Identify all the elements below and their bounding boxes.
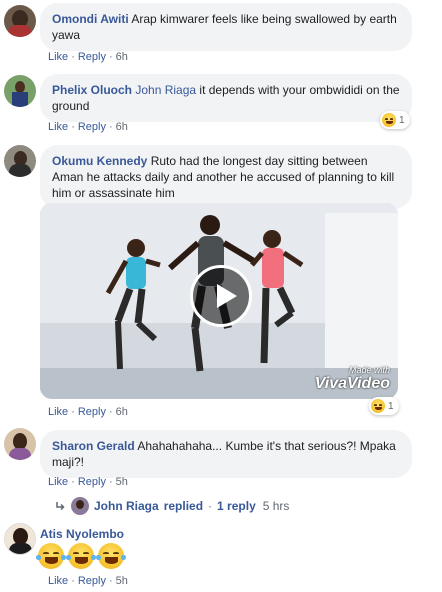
reply-button[interactable]: Reply [78,51,106,63]
reply-time: 5 hrs [262,499,290,513]
separator: · [108,575,113,587]
comment-author[interactable]: Omondi Awiti [52,12,129,26]
comment-time[interactable]: 6h [116,406,128,418]
separator: · [71,476,75,488]
reply-arrow-icon [56,502,65,511]
comment-time[interactable]: 5h [116,575,128,587]
comment-bubble: Okumu Kennedy Ruto had the longest day s… [40,145,412,209]
reaction-count: 1 [399,114,405,126]
mention-tag[interactable]: John Riaga [135,83,196,97]
separator: · [208,499,213,513]
separator: · [71,406,75,418]
like-button[interactable]: Like [48,476,68,488]
laughing-emoji-icon [66,543,96,569]
video-watermark: Made with VivaVideo [315,365,390,393]
watermark-text: VivaVideo [314,375,390,392]
comment-author[interactable]: Atis Nyolembo [40,527,124,541]
comment-bubble: Sharon Gerald Ahahahahaha... Kumbe it's … [40,430,412,478]
laughing-emoji-icon [371,399,385,413]
comment-actions: Like · Reply · 6h [48,406,128,418]
laughing-emoji-icon [96,543,126,569]
watermark-small-text: Made with [348,365,390,375]
separator: · [71,575,75,587]
video-attachment[interactable]: Made with VivaVideo [40,203,398,399]
separator: · [108,406,113,418]
comment-actions: Like · Reply · 5h [48,575,128,587]
comment-actions: Like · Reply · 6h [48,51,128,63]
comment-time[interactable]: 6h [116,51,128,63]
reply-button[interactable]: Reply [78,575,106,587]
comment-author[interactable]: Sharon Gerald [52,439,135,453]
laughing-emoji-icon [36,543,66,569]
comment-time[interactable]: 5h [116,476,128,488]
avatar[interactable] [4,75,36,107]
view-replies-link[interactable]: John Riaga replied · 1 reply 5 hrs [54,497,289,515]
separator: · [108,476,113,488]
comment-author[interactable]: Okumu Kennedy [52,154,147,168]
comment-bubble: Phelix Oluoch John Riaga it depends with… [40,74,412,122]
comment-bubble: Omondi Awiti Arap kimwarer feels like be… [40,3,412,51]
avatar[interactable] [4,428,36,460]
play-button[interactable] [190,265,252,327]
like-button[interactable]: Like [48,406,68,418]
replied-verb: replied [163,499,204,513]
avatar [71,497,89,515]
reply-button[interactable]: Reply [78,476,106,488]
separator: · [71,51,75,63]
separator: · [108,51,113,63]
comment-actions: Like · Reply · 6h [48,121,128,133]
emoji-comment [36,543,126,569]
comment-actions: Like · Reply · 5h [48,476,128,488]
reply-count: 1 reply [217,499,256,513]
avatar[interactable] [4,145,36,177]
separator: · [71,121,75,133]
like-button[interactable]: Like [48,121,68,133]
replier-name: John Riaga [94,499,159,513]
avatar[interactable] [4,5,36,37]
like-button[interactable]: Like [48,51,68,63]
separator: · [108,121,113,133]
comment-author[interactable]: Phelix Oluoch [52,83,132,97]
laughing-emoji-icon [382,113,396,127]
avatar[interactable] [4,523,36,555]
reaction-summary[interactable]: 1 [369,397,399,415]
reply-button[interactable]: Reply [78,121,106,133]
reply-button[interactable]: Reply [78,406,106,418]
reaction-count: 1 [388,400,394,412]
like-button[interactable]: Like [48,575,68,587]
comment-time[interactable]: 6h [116,121,128,133]
reaction-summary[interactable]: 1 [380,111,410,129]
